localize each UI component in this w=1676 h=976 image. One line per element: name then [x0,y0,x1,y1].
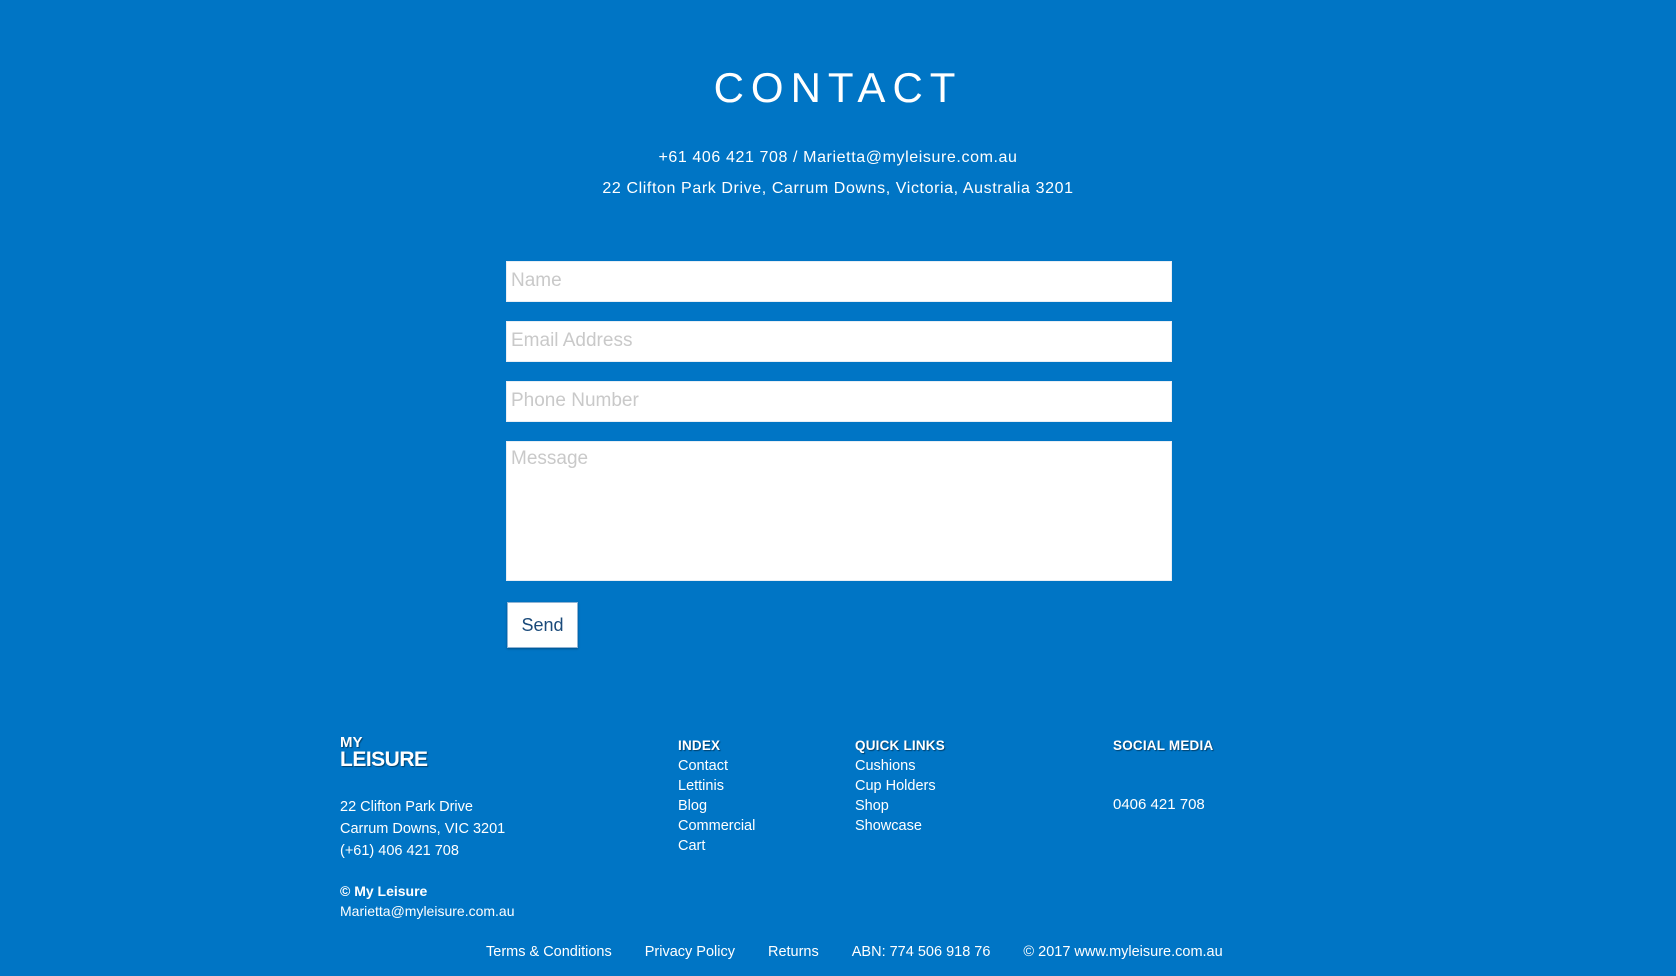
footer-address: 22 Clifton Park Drive Carrum Downs, VIC … [340,796,505,862]
phone-input[interactable]: Phone Number [506,381,1172,422]
footer-email-link[interactable]: Marietta@myleisure.com.au [340,903,515,919]
quick-link-cup-holders[interactable]: Cup Holders [855,778,936,794]
address-suburb: Carrum Downs, VIC 3201 [340,821,506,837]
social-phone: 0406 421 708 [1113,796,1205,813]
index-link-contact[interactable]: Contact [678,758,728,774]
contact-address: 22 Clifton Park Drive, Carrum Downs, Vic… [602,180,1074,197]
index-link-commercial[interactable]: Commercial [678,818,755,834]
contact-form: Name Email Address Phone Number Message … [506,261,1172,648]
index-heading: INDEX [678,738,721,753]
quick-link-cushions[interactable]: Cushions [855,758,915,774]
copyright-brand: © My Leisure [340,883,428,899]
footer-social-column: SOCIAL MEDIA [1113,736,1213,756]
quick-link-shop[interactable]: Shop [855,798,889,814]
address-phone: (+61) 406 421 708 [340,843,459,859]
abn-text: ABN: 774 506 918 76 [851,944,991,960]
page: CONTACT +61 406 421 708 / Marietta@mylei… [0,0,1676,976]
quick-links-heading: QUICK LINKS [855,738,945,753]
index-link-cart[interactable]: Cart [678,838,705,854]
footer-bottom-bar: Terms & Conditions Privacy Policy Return… [486,944,1223,960]
social-media-heading: SOCIAL MEDIA [1113,738,1214,753]
quick-link-showcase[interactable]: Showcase [855,818,922,834]
site-copyright-link[interactable]: © 2017 www.myleisure.com.au [1023,944,1222,960]
footer-logo[interactable]: MY LEISURE [340,734,428,771]
index-link-blog[interactable]: Blog [678,798,707,814]
contact-phone-email: +61 406 421 708 / Marietta@myleisure.com… [658,149,1018,166]
address-street: 22 Clifton Park Drive [340,799,473,815]
page-title: CONTACT [713,64,963,111]
send-button[interactable]: Send [507,602,578,648]
terms-link[interactable]: Terms & Conditions [486,944,612,960]
returns-link[interactable]: Returns [768,944,819,960]
footer-copyright: © My Leisure Marietta@myleisure.com.au [340,881,515,921]
index-link-lettinis[interactable]: Lettinis [678,778,724,794]
name-input[interactable]: Name [506,261,1172,302]
privacy-link[interactable]: Privacy Policy [645,944,735,960]
footer-index-column: INDEX Contact Lettinis Blog Commercial C… [678,736,755,856]
footer-quick-links-column: QUICK LINKS Cushions Cup Holders Shop Sh… [855,736,945,836]
message-textarea[interactable]: Message [506,441,1172,581]
logo-line-leisure: LEISURE [340,748,428,771]
email-input[interactable]: Email Address [506,321,1172,362]
